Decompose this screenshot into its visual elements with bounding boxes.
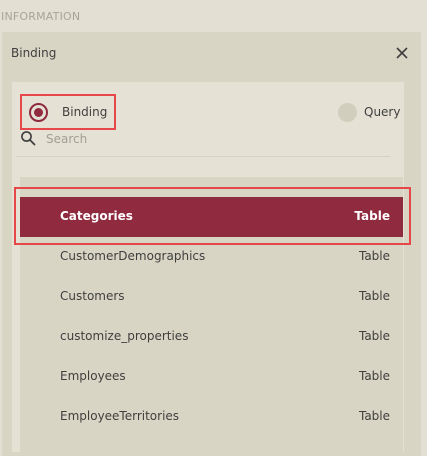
list-item-customerdemographics[interactable]: CustomerDemographics Table [20, 237, 403, 277]
list-item-name: Categories [60, 209, 133, 223]
list-item-name: customize_properties [60, 329, 189, 343]
search-input[interactable] [46, 126, 376, 152]
list-item-type: Table [358, 409, 390, 423]
search-icon [21, 131, 36, 146]
list-item-type: Table [358, 369, 390, 383]
list-item-categories[interactable]: Categories Table [20, 197, 403, 237]
section-title: INFORMATION [1, 10, 81, 23]
list-item-name: EmployeeTerritories [60, 409, 180, 423]
list-item-type: Table [358, 289, 390, 303]
list-item-name: CustomerDemographics [60, 249, 206, 263]
table-list: Categories Table CustomerDemographics Ta… [20, 177, 403, 452]
binding-radio-circle [29, 103, 48, 122]
search-bar [16, 126, 390, 157]
list-item-employeeterritories[interactable]: EmployeeTerritories Table [20, 397, 403, 437]
query-radio-label: Query [364, 105, 401, 119]
list-item-type: Table [358, 329, 390, 343]
list-item-name: Customers [60, 289, 125, 303]
panel-header: Binding [2, 32, 421, 74]
list-item-type: Table [354, 209, 390, 223]
query-radio-circle [338, 103, 357, 122]
close-icon [396, 47, 408, 59]
binding-panel: Binding Binding Query Search Categories … [2, 32, 421, 456]
list-item-customize-properties[interactable]: customize_properties Table [20, 317, 403, 357]
panel-title: Binding [11, 46, 57, 60]
binding-radio[interactable]: Binding [20, 94, 116, 130]
binding-radio-label: Binding [62, 105, 108, 119]
binding-radio-dot [34, 108, 43, 117]
list-item-customers[interactable]: Customers Table [20, 277, 403, 317]
list-item-employees[interactable]: Employees Table [20, 357, 403, 397]
query-radio[interactable]: Query [334, 94, 400, 130]
list-item-name: Employees [60, 369, 126, 383]
list-item-type: Table [358, 249, 390, 263]
close-button[interactable] [394, 45, 410, 61]
